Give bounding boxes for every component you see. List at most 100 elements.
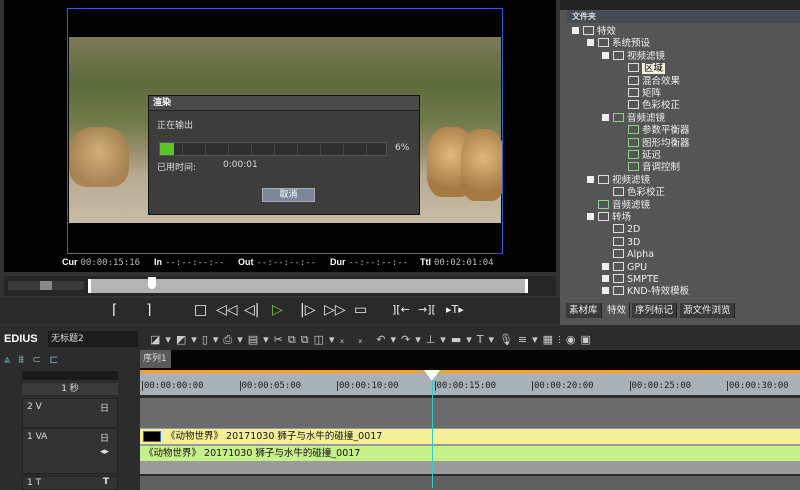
tree-item[interactable]: 3D [613,236,640,249]
video-clip[interactable]: 《动物世界》 20171030 狮子与水牛的碰撞_0017 [140,429,800,444]
replace-icon[interactable]: ▸T▸ [446,300,464,320]
audio-clip[interactable]: 《动物世界》 20171030 狮子与水牛的碰撞_0017 [140,446,800,461]
timeline-ruler[interactable]: 00:00:00:00 00:00:05:00 00:00:10:00 00:00:1… [140,370,800,395]
expand-icon [587,39,594,47]
dialog-title: 渲染 [149,96,419,111]
scrub-area [4,276,556,296]
cur-timecode: Cur 00:00:15:16 [62,257,141,268]
track-tools-icons[interactable]: ⩓⩩⊂⊏ [4,353,67,367]
tree-item[interactable]: 区域 [628,63,666,75]
tree-item[interactable]: 2D [613,224,640,236]
tree-item[interactable]: 图形均衡器 [628,137,690,150]
dur-timecode: Dur --:--:--:-- [330,257,409,268]
ruler-tick-label: 00:00:30:00 [727,381,789,391]
render-progress-bar [159,142,387,156]
fast-forward-icon[interactable]: ▷▷ [324,300,346,320]
tree-item[interactable]: 延迟 [628,150,661,162]
tree-item[interactable]: SMPTE [602,274,659,286]
tree-item[interactable]: 音频滤镜 [598,199,650,212]
clip-thumbnail [143,431,161,442]
folder-icon [628,137,639,147]
ruler-tick-label: 00:00:15:00 [434,381,497,391]
expand-icon [572,27,579,34]
tree-item[interactable]: 矩阵 [628,88,661,100]
cancel-button[interactable]: 取消 [262,188,315,202]
rewind-icon[interactable]: ◁◁ [216,300,238,320]
audio-icon: ◂▸ [99,447,109,457]
app-logo: EDIUS [4,333,38,345]
timeline-toolbar[interactable]: ◪▾◩▾▯▾⎙▾▤▾✂⧉⧉◫▾ₓ ₓ ↶▾↷▾⊥▾▬▾T▾🎙≡▾▦⫶◉▣ [150,333,596,347]
track-header-1va[interactable]: 1 VA 日 ◂▸ [22,428,118,474]
overwrite-icon[interactable]: →][ [418,300,436,320]
set-in-icon[interactable]: ⌈ [112,300,117,320]
tree-item[interactable]: 视频滤镜 [602,50,665,63]
tree-item[interactable]: GPU [602,261,647,274]
zoom-slider[interactable] [22,371,118,380]
panel-tab[interactable]: 素材库 [566,303,602,318]
scale-select[interactable]: 1 秒 [22,383,118,395]
tree-item[interactable]: 混合效果 [628,75,680,88]
elapsed-label: 已用时间: [157,163,197,173]
folder-icon [628,88,639,97]
play-icon[interactable]: ▷ [272,300,283,320]
loop-icon[interactable]: ▭ [354,300,367,320]
panel-tab[interactable]: 特效 [604,303,631,318]
tree-item[interactable]: Alpha [613,249,654,261]
ttl-timecode: Ttl 00:02:01:04 [420,257,494,268]
ruler-tick-label: 00:00:25:00 [629,381,692,391]
track-lane-2v[interactable] [140,398,800,428]
expand-icon [587,175,594,183]
tree-item[interactable]: 色彩校正 [613,187,665,199]
panel-tab[interactable]: 源文件浏览 [680,303,735,318]
expand-icon [587,213,594,220]
folder-icon [598,212,609,221]
tree-item[interactable]: 参数平衡器 [628,125,690,137]
playhead-line [432,380,433,488]
tab-sequence1[interactable]: 序列1 [140,350,171,368]
folder-icon [628,63,639,73]
folder-icon [628,150,639,159]
tree-item[interactable]: 转场 [587,212,631,224]
folder-icon [613,224,624,234]
expand-icon [602,113,609,121]
shuttle-slider[interactable] [8,281,84,290]
folder-icon [613,50,624,60]
stop-icon[interactable]: □ [194,300,207,320]
step-forward-icon[interactable]: |▷ [300,300,315,320]
render-dialog: 渲染 正在输出 6% 已用时间: 0:00:01 取消 [148,95,420,215]
tree-item[interactable]: 系统预设 [587,38,650,50]
tree-item[interactable]: 视频滤镜 [587,174,650,187]
folder-icon [628,125,639,135]
panel-tab[interactable]: 序列标记 [632,303,678,318]
tree-item[interactable]: KND-特效模板 [602,286,689,298]
folder-icon [598,199,609,209]
folder-header: 文件夹 [567,11,800,23]
in-timecode: In --:--:--:-- [154,257,225,268]
video-mute-icon: 日 [99,434,109,444]
panel-toolbar [560,0,800,10]
tree-item[interactable]: 音调控制 [628,162,680,174]
folder-icon [598,38,609,48]
insert-icon[interactable]: ][← [392,300,410,320]
folder-icon [613,187,624,197]
expand-icon [602,51,609,59]
tree-item[interactable]: 音频滤镜 [602,112,665,125]
expand-icon [602,275,609,282]
ruler-tick-label: 00:00:10:00 [337,381,399,391]
preview-screen: 渲染 正在输出 6% 已用时间: 0:00:01 取消 [4,0,556,272]
position-handle[interactable] [148,277,156,289]
tree-item[interactable]: 色彩校正 [628,100,680,112]
render-status: 正在输出 [157,121,194,131]
out-timecode: Out --:--:--:-- [238,257,317,268]
video-mute-icon: 日 [99,404,109,414]
folder-icon [613,261,624,271]
folder-icon [613,236,624,246]
player-panel: 渲染 正在输出 6% 已用时间: 0:00:01 取消 Cur 00:00:15:… [0,0,560,325]
step-back-icon[interactable]: ◁| [244,300,259,320]
effects-panel: 文件夹 特效 系统预设 视频滤镜 区域 混合效果 矩阵 色彩校正 音频滤镜 参数平衡器 图形均衡器… [560,0,800,325]
tree-item[interactable]: 特效 [572,26,616,38]
set-out-icon[interactable]: ⌉ [146,300,151,320]
project-name[interactable]: 无标题2 [48,331,138,347]
track-header-2v[interactable]: 2 V日 [22,398,118,428]
expand-icon [602,287,609,295]
